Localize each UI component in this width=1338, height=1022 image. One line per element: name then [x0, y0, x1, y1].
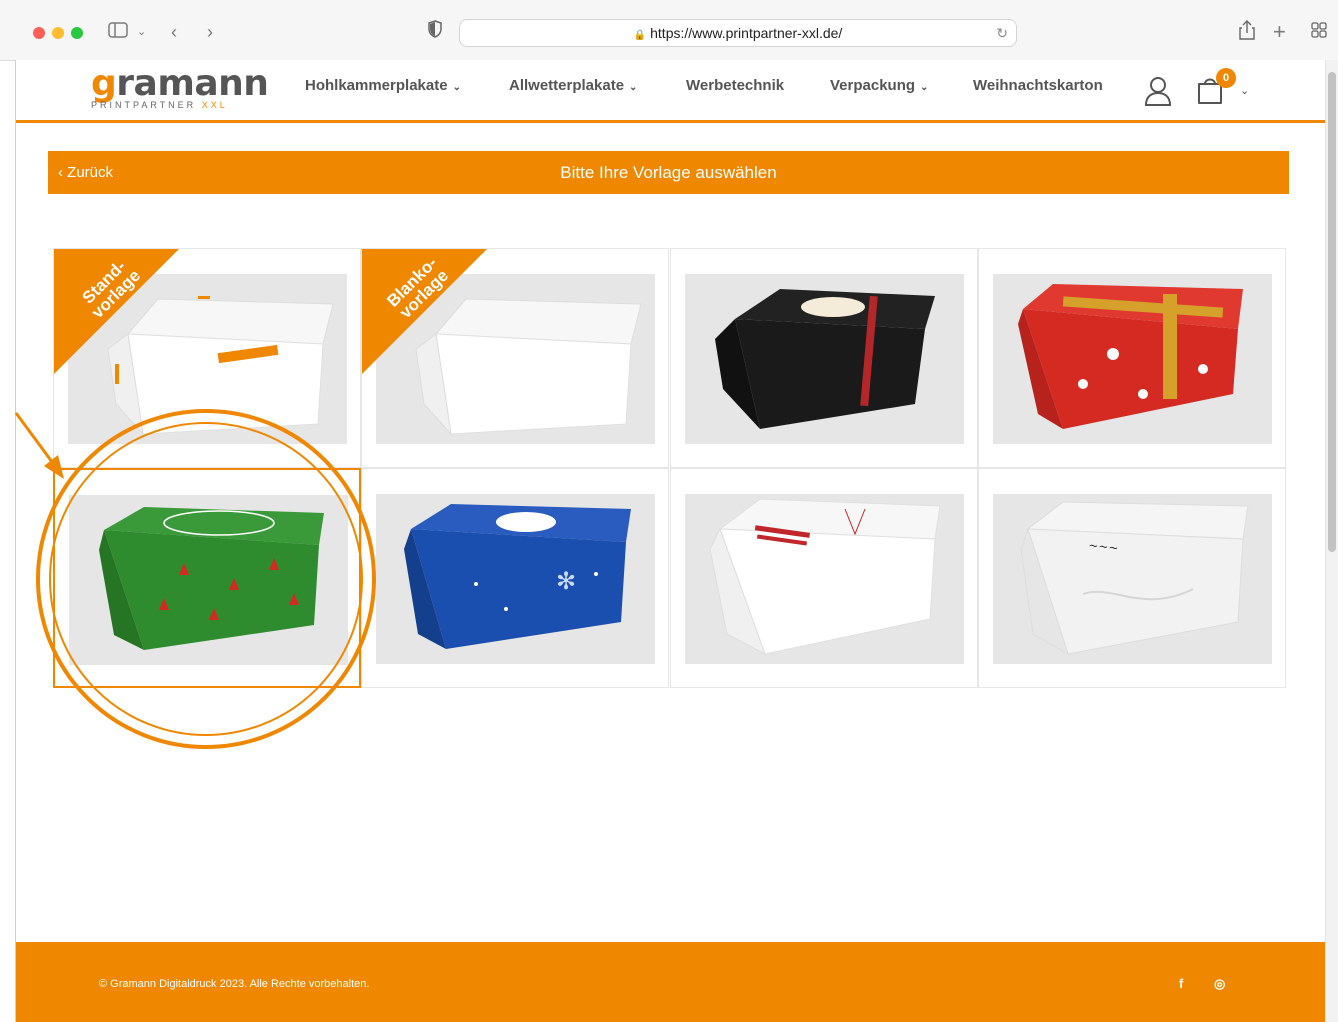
nav-item-verpackung[interactable]: Verpackung ⌄ [830, 77, 928, 94]
minimize-window-button[interactable] [52, 27, 64, 39]
logo-wordmark: gramann [91, 63, 269, 104]
url-text: https://www.printpartner-xxl.de/ [650, 25, 843, 41]
header-divider [16, 120, 1325, 123]
nav-item-weihnachtskarton[interactable]: Weihnachtskarton [973, 77, 1103, 94]
chevron-down-icon[interactable]: ⌄ [137, 20, 146, 44]
close-window-button[interactable] [33, 27, 45, 39]
zoom-window-button[interactable] [71, 27, 83, 39]
forward-arrow-icon[interactable]: › [207, 20, 213, 44]
box-image [685, 494, 964, 664]
nav-item-hohlkammerplakate[interactable]: Hohlkammerplakate ⌄ [305, 77, 461, 94]
template-tile-blue[interactable]: ✻ [361, 468, 669, 688]
box-image: ✻ [376, 494, 655, 664]
address-bar[interactable]: 🔒 https://www.printpartner-xxl.de/ ↻ [459, 19, 1017, 47]
template-tile-white-text[interactable] [670, 468, 978, 688]
reload-icon[interactable]: ↻ [996, 20, 1008, 46]
chevron-down-icon[interactable]: ⌄ [1240, 84, 1249, 97]
template-tile-marble[interactable]: ~~~ [978, 468, 1286, 688]
sidebar-icon[interactable] [108, 20, 128, 44]
cart-count-badge: 0 [1216, 68, 1236, 88]
site-logo[interactable]: gramann PRINTPARTNER XXL [91, 63, 269, 111]
shield-icon[interactable] [428, 20, 442, 44]
template-tile-green[interactable] [53, 468, 361, 688]
box-image [685, 274, 964, 444]
page-scrollbar[interactable] [1325, 60, 1338, 1022]
chevron-down-icon: ⌄ [920, 82, 929, 93]
template-tile-standard[interactable]: Stand-vorlage [53, 248, 361, 468]
page-title: Bitte Ihre Vorlage auswählen [560, 163, 777, 182]
scrollbar-thumb[interactable] [1328, 72, 1336, 552]
window-edge [15, 60, 16, 1022]
site-footer: © Gramann Digitaldruck 2023. Alle Rechte… [16, 942, 1325, 1022]
user-account-icon[interactable] [1144, 76, 1172, 106]
chevron-down-icon: ⌄ [452, 82, 461, 93]
lock-icon: 🔒 [633, 30, 647, 41]
tab-overview-icon[interactable] [1311, 20, 1327, 44]
template-grid: Stand-vorlage Blanko-vorlage ✻ ~~~ [53, 248, 1288, 690]
template-selection-bar: ‹ Zurück Bitte Ihre Vorlage auswählen [48, 151, 1289, 194]
back-arrow-icon[interactable]: ‹ [171, 20, 177, 44]
instagram-icon[interactable]: ◎ [1214, 976, 1225, 992]
ribbon-standard: Stand-vorlage [54, 249, 179, 374]
nav-item-werbetechnik[interactable]: Werbetechnik [686, 77, 784, 94]
share-icon[interactable] [1239, 20, 1255, 46]
box-image [993, 274, 1272, 444]
ribbon-blank: Blanko-vorlage [362, 249, 487, 374]
new-tab-icon[interactable]: + [1273, 20, 1286, 44]
box-image [69, 495, 348, 665]
browser-toolbar: ⌄ ‹ › 🔒 https://www.printpartner-xxl.de/ … [0, 0, 1338, 61]
template-tile-red[interactable] [978, 248, 1286, 468]
chevron-down-icon: ⌄ [629, 82, 638, 93]
facebook-icon[interactable]: f [1179, 976, 1183, 991]
svg-text:✻: ✻ [556, 567, 576, 595]
box-image: ~~~ [993, 494, 1272, 664]
template-tile-blank[interactable]: Blanko-vorlage [361, 248, 669, 468]
nav-item-allwetterplakate[interactable]: Allwetterplakate ⌄ [509, 77, 637, 94]
copyright-text: © Gramann Digitaldruck 2023. Alle Rechte… [99, 978, 370, 990]
template-tile-black[interactable] [670, 248, 978, 468]
